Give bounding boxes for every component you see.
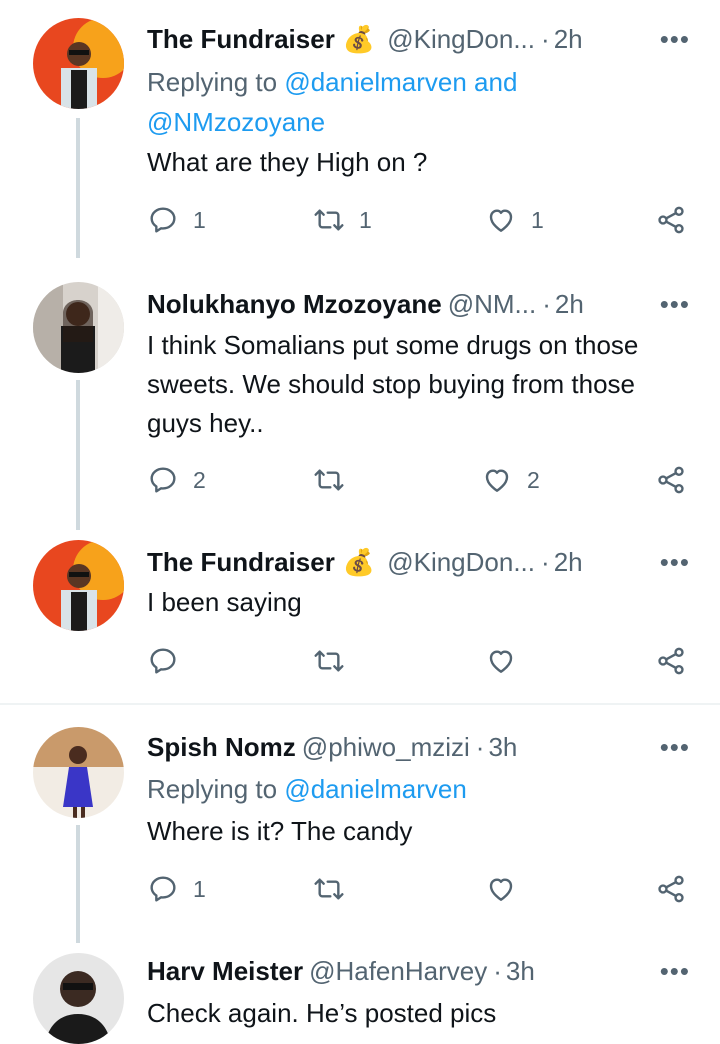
tweet-5[interactable]: Harv Meister @HafenHarvey · 3h ••• Check… [0, 945, 720, 1044]
share-icon [658, 206, 684, 234]
more-options-icon[interactable]: ••• [660, 547, 690, 578]
avatar[interactable] [33, 18, 124, 109]
user-handle[interactable]: @HafenHarvey [309, 956, 487, 987]
user-handle[interactable]: @phiwo_mzizi [302, 732, 470, 763]
thread-line [76, 380, 80, 530]
mention-link[interactable]: @danielmarven [284, 774, 466, 804]
retweet-icon [314, 209, 344, 231]
reply-button[interactable]: 2 [147, 464, 206, 496]
replying-to-label: Replying to [147, 774, 278, 804]
like-button[interactable] [485, 873, 531, 905]
separator-dot: · [542, 288, 551, 319]
share-button[interactable] [655, 204, 687, 236]
like-button[interactable]: 2 [481, 464, 540, 496]
tweet-actions [147, 645, 692, 681]
reply-button[interactable] [147, 645, 193, 677]
retweet-button[interactable] [313, 645, 359, 677]
money-bag-icon: 💰 [342, 546, 376, 577]
avatar[interactable] [33, 540, 124, 631]
share-icon [658, 647, 684, 675]
user-handle[interactable]: @KingDon... [387, 24, 535, 55]
reply-icon [150, 207, 176, 233]
retweet-button[interactable] [313, 464, 359, 496]
tweet-header: The Fundraiser 💰 @KingDon... · 2h ••• [147, 22, 690, 56]
replying-to-label: Replying to [147, 67, 278, 97]
share-button[interactable] [655, 464, 687, 496]
tweet-text: Check again. He’s posted pics [147, 998, 497, 1028]
tweet-2[interactable]: Nolukhanyo Mzozoyane @NM... · 2h ••• I t… [0, 260, 720, 540]
display-name[interactable]: The Fundraiser [147, 24, 335, 55]
tweet-actions: 2 2 [147, 464, 692, 500]
tweet-actions: 1 1 1 [147, 204, 692, 240]
thread-line [76, 118, 80, 258]
retweet-icon [314, 469, 344, 491]
like-count: 2 [527, 466, 540, 493]
reply-icon [150, 648, 176, 674]
retweet-button[interactable] [313, 873, 359, 905]
heart-icon [485, 469, 509, 492]
tweet-text: What are they High on ? [147, 147, 428, 177]
like-button[interactable] [485, 645, 531, 677]
separator-dot: · [475, 731, 485, 762]
avatar[interactable] [33, 282, 124, 373]
retweet-icon [314, 878, 344, 900]
share-button[interactable] [655, 645, 687, 677]
separator-dot: · [541, 546, 550, 577]
separator-dot: · [541, 23, 550, 54]
money-bag-icon: 💰 [342, 23, 376, 54]
retweet-icon [314, 650, 344, 672]
tweet-actions: 1 [147, 873, 692, 909]
avatar[interactable] [33, 953, 124, 1044]
more-options-icon[interactable]: ••• [660, 956, 690, 987]
reply-button[interactable]: 1 [147, 873, 206, 905]
heart-icon [489, 650, 513, 673]
retweet-count: 1 [359, 206, 372, 233]
tweet-header: The Fundraiser 💰 @KingDon... · 2h ••• [147, 545, 690, 579]
display-name[interactable]: The Fundraiser [147, 547, 335, 578]
reply-count: 1 [193, 875, 206, 902]
tweet-1[interactable]: The Fundraiser 💰 @KingDon... · 2h ••• Re… [0, 0, 720, 260]
reply-count: 1 [193, 206, 206, 233]
timestamp[interactable]: 2h [554, 547, 583, 578]
tweet-header: Spish Nomz @phiwo_mzizi · 3h ••• [147, 730, 690, 764]
more-options-icon[interactable]: ••• [660, 732, 690, 763]
avatar[interactable] [33, 727, 124, 818]
display-name[interactable]: Nolukhanyo Mzozoyane [147, 289, 442, 320]
like-count: 1 [531, 206, 544, 233]
share-icon [658, 875, 684, 903]
user-handle[interactable]: @KingDon... [387, 547, 535, 578]
replying-to: Replying to @danielmarven and @NMzozoyan… [147, 62, 567, 142]
tweet-header: Harv Meister @HafenHarvey · 3h ••• [147, 954, 690, 988]
user-handle[interactable]: @NM... [448, 289, 537, 320]
heart-icon [489, 878, 513, 901]
timestamp[interactable]: 3h [506, 956, 535, 987]
reply-icon [150, 876, 176, 902]
thread-line [76, 825, 80, 943]
reply-count: 2 [193, 466, 206, 493]
display-name[interactable]: Harv Meister [147, 956, 303, 987]
reply-icon [150, 467, 176, 493]
share-icon [658, 466, 684, 494]
tweet-3[interactable]: The Fundraiser 💰 @KingDon... · 2h ••• I … [0, 540, 720, 702]
timestamp[interactable]: 2h [554, 24, 583, 55]
display-name[interactable]: Spish Nomz [147, 732, 296, 763]
reply-button[interactable]: 1 [147, 204, 206, 236]
tweet-text: I been saying [147, 587, 302, 617]
share-button[interactable] [655, 873, 687, 905]
separator-dot: · [493, 955, 502, 986]
heart-icon [489, 209, 513, 232]
timestamp[interactable]: 3h [488, 732, 517, 763]
retweet-button[interactable]: 1 [313, 204, 372, 236]
tweet-header: Nolukhanyo Mzozoyane @NM... · 2h ••• [147, 287, 690, 321]
timestamp[interactable]: 2h [555, 289, 584, 320]
replying-to: Replying to @danielmarven [147, 769, 567, 809]
tweet-text: I think Somalians put some drugs on thos… [147, 330, 639, 438]
tweet-text: Where is it? The candy [147, 816, 413, 846]
more-options-icon[interactable]: ••• [660, 289, 690, 320]
like-button[interactable]: 1 [485, 204, 544, 236]
more-options-icon[interactable]: ••• [660, 24, 690, 55]
tweet-4[interactable]: Spish Nomz @phiwo_mzizi · 3h ••• Replyin… [0, 705, 720, 945]
